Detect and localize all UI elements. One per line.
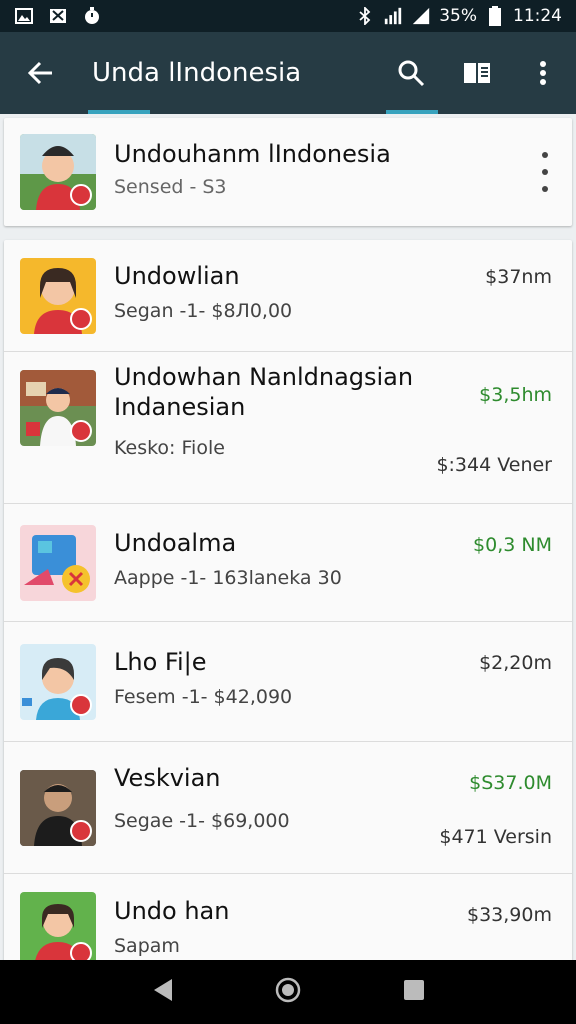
header-avatar (20, 134, 96, 210)
item-thumbnail (20, 892, 96, 960)
search-button[interactable] (378, 32, 444, 114)
back-triangle-icon[interactable] (150, 977, 174, 1007)
header-subtitle: Sensed - S3 (114, 176, 227, 198)
page-title: Unda lIndonesia (92, 58, 302, 88)
reader-icon (464, 63, 490, 83)
search-icon (398, 60, 425, 87)
more-options-button[interactable] (510, 32, 576, 114)
content-area: Undouhanm lIndonesia Sensed - S3 Undowli… (0, 114, 576, 960)
header-card[interactable]: Undouhanm lIndonesia Sensed - S3 (4, 118, 572, 226)
wifi-signal-icon (383, 7, 403, 25)
list-item[interactable]: Veskvian Segae -1- $69,000 $S37.0M $471 … (4, 742, 572, 874)
header-title: Undouhanm lIndonesia (114, 140, 391, 168)
favorite-badge (70, 942, 92, 960)
battery-icon (485, 6, 505, 26)
item-price: $0,3 NM (473, 534, 552, 556)
favorite-badge (70, 307, 92, 330)
item-price: $3,5hm (479, 384, 552, 406)
item-price: $37nm (485, 266, 552, 288)
back-button[interactable] (0, 32, 80, 114)
item-price: $2,20m (479, 652, 552, 674)
arrow-back-icon (27, 61, 52, 85)
app-bar: Unda lIndonesia (0, 32, 576, 114)
list-item[interactable]: Undo han Sapam $33,90m (4, 874, 572, 960)
favorite-badge (70, 819, 92, 842)
reader-button[interactable] (444, 32, 510, 114)
clock: 11:24 (513, 6, 562, 26)
item-name: Undowhan Nanldnagsian Indanesian (114, 363, 414, 421)
item-thumbnail (20, 524, 96, 601)
recents-square-icon[interactable] (402, 978, 426, 1006)
item-subtitle: Aappe -1- 163laneka 30 (114, 566, 342, 589)
list-item[interactable]: Undowhan Nanldnagsian Indanesian Kesko: … (4, 352, 572, 504)
item-thumbnail (20, 257, 96, 334)
list-item[interactable]: Undoalma Aappe -1- 163laneka 30 $0,3 NM (4, 504, 572, 622)
item-price: $S37.0M (469, 772, 552, 794)
gallery-icon (14, 7, 34, 25)
item-thumbnail (20, 370, 96, 446)
favorite-badge (70, 693, 92, 716)
item-thumbnail (20, 769, 96, 846)
battery-percent: 35% (439, 6, 477, 26)
item-list: Undowlian Segan -1- $8Л0,00 $37nm Undowh… (4, 240, 572, 960)
home-circle-icon[interactable] (274, 976, 302, 1008)
item-extra: $471 Versin (439, 826, 552, 848)
favorite-badge (70, 184, 92, 206)
list-item[interactable]: Lho Fi|e Fesem -1- $42,090 $2,20m (4, 622, 572, 742)
item-subtitle: Sapam (114, 935, 180, 957)
item-subtitle: Fesem -1- $42,090 (114, 685, 293, 708)
bluetooth-icon (355, 7, 375, 25)
header-more-icon[interactable] (540, 152, 550, 192)
pictures-icon (48, 7, 68, 25)
favorite-badge (70, 420, 92, 442)
list-item[interactable]: Undowlian Segan -1- $8Л0,00 $37nm (4, 240, 572, 352)
more-vert-icon (540, 61, 546, 85)
item-price: $33,90m (467, 904, 552, 926)
status-bar: 35% 11:24 (0, 0, 576, 32)
system-nav-bar (0, 960, 576, 1024)
item-extra: $:344 Vener (436, 454, 552, 476)
item-subtitle: Segan -1- $8Л0,00 (114, 299, 293, 322)
cell-signal-icon (411, 7, 431, 25)
item-thumbnail (20, 643, 96, 720)
stopwatch-icon (82, 7, 102, 25)
